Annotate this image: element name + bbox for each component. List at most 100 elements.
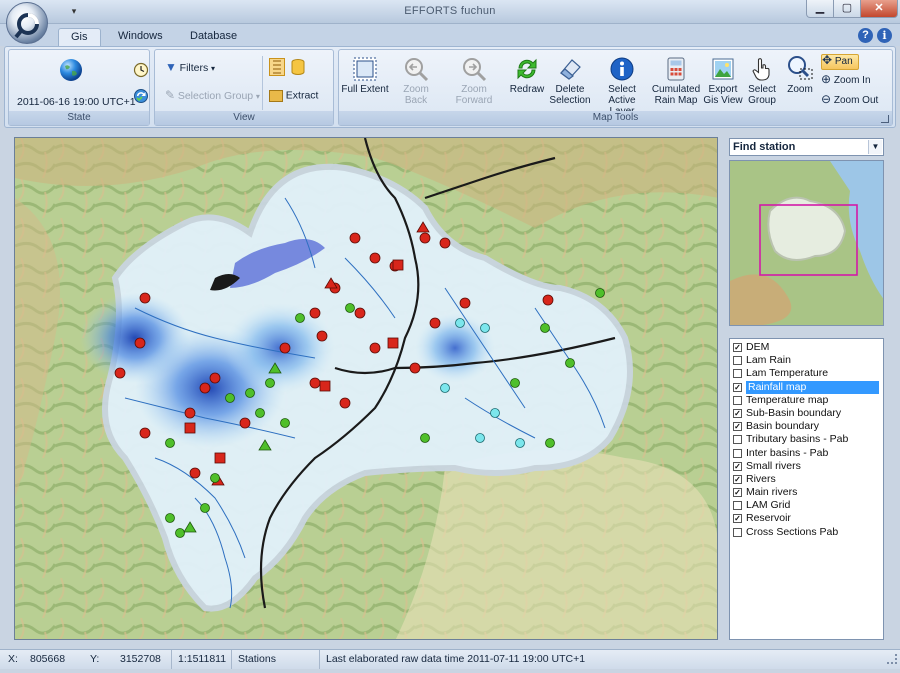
selection-group-button[interactable]: ✎ Selection Group ▾ <box>165 89 260 102</box>
zoom-forward-button[interactable]: Zoom Forward <box>443 56 505 106</box>
pan-button[interactable]: ✥ Pan <box>821 54 859 70</box>
group-separator <box>262 56 263 110</box>
redraw-icon <box>517 58 537 80</box>
tab-database[interactable]: Database <box>178 28 249 46</box>
extract-button[interactable]: Extract <box>269 90 318 102</box>
resize-grip-icon[interactable] <box>887 654 897 664</box>
layer-checkbox[interactable]: ✓ <box>733 461 742 471</box>
view-group-label: View <box>155 111 333 125</box>
layer-item[interactable]: Tributary basins - Pab <box>730 433 883 446</box>
scale-value: 1:1511811 <box>174 650 232 669</box>
redraw-button[interactable]: Redraw <box>507 56 547 95</box>
window-title: EFFORTS fuchun <box>404 5 496 17</box>
layer-label: Small rivers <box>746 459 801 472</box>
extract-label: Extract <box>285 89 319 102</box>
close-button[interactable]: ✕ <box>860 0 898 18</box>
pan-label: Pan <box>834 56 853 67</box>
full-extent-label: Full Extent <box>341 84 389 95</box>
layer-item[interactable]: Lam Temperature <box>730 367 883 380</box>
layer-checkbox[interactable]: ✓ <box>733 514 742 524</box>
layer-label: Lam Rain <box>746 354 791 367</box>
layer-item[interactable]: Inter basins - Pab <box>730 447 883 460</box>
layer-label: Cross Sections Pab <box>746 525 839 538</box>
info-icon[interactable]: i <box>877 28 892 43</box>
cumulated-rain-map-label-1: Cumulated <box>651 84 701 95</box>
overview-map[interactable] <box>729 160 884 326</box>
layer-checkbox[interactable] <box>733 369 742 379</box>
layer-checkbox[interactable] <box>733 448 742 458</box>
calculator-icon <box>667 57 685 81</box>
layer-label: Main rivers <box>746 486 798 499</box>
layer-item[interactable]: ✓ Small rivers <box>730 460 883 473</box>
map-view[interactable] <box>14 137 718 640</box>
eraser-icon <box>560 59 581 80</box>
layer-item[interactable]: ✓ Rivers <box>730 473 883 486</box>
zoom-back-button[interactable]: Zoom Back <box>391 56 441 106</box>
minimize-button[interactable]: ▁ <box>806 0 834 18</box>
zoom-out-button[interactable]: ⊖ Zoom Out <box>821 92 878 106</box>
layer-item[interactable]: ✓ Reservoir <box>730 512 883 525</box>
layer-item[interactable]: Lam Rain <box>730 354 883 367</box>
globe-button[interactable] <box>59 58 83 84</box>
layer-checkbox[interactable] <box>733 527 742 537</box>
dropdown-arrow-icon[interactable]: ▼ <box>868 140 882 154</box>
delete-selection-button[interactable]: Delete Selection <box>547 56 593 106</box>
layer-checkbox[interactable]: ✓ <box>733 382 742 392</box>
zoom-in-button[interactable]: ⊕ Zoom In <box>821 73 871 86</box>
layer-item[interactable]: LAM Grid <box>730 499 883 512</box>
layer-checkbox[interactable] <box>733 356 742 366</box>
layer-item[interactable]: ✓ Rainfall map <box>730 380 883 394</box>
select-active-layer-button[interactable]: Select Active Layer <box>595 56 649 117</box>
clock-button[interactable] <box>133 62 149 80</box>
layer-checkbox[interactable] <box>733 501 742 511</box>
zoom-out-icon: ⊖ <box>821 92 832 106</box>
picture-export-icon <box>712 58 734 80</box>
help-icon[interactable]: ? <box>858 28 873 43</box>
grid-toggle-button[interactable] <box>269 58 285 78</box>
tab-gis[interactable]: Gis <box>58 28 101 46</box>
tab-windows[interactable]: Windows <box>106 28 175 46</box>
layer-item[interactable]: ✓ Main rivers <box>730 486 883 499</box>
full-extent-button[interactable]: Full Extent <box>341 56 389 95</box>
map-canvas[interactable] <box>15 138 718 640</box>
layer-checkbox[interactable] <box>733 435 742 445</box>
maximize-button[interactable]: ▢ <box>833 0 861 18</box>
layer-item[interactable]: Temperature map <box>730 394 883 407</box>
zoom-forward-icon <box>463 58 487 82</box>
layer-item[interactable]: ✓ DEM <box>730 341 883 354</box>
active-layer-value: Stations <box>234 650 320 669</box>
ribbon-group-state: 2011-06-16 19:00 UTC+1 State <box>8 49 150 126</box>
zoom-button[interactable]: Zoom <box>783 54 817 95</box>
refresh-state-button[interactable] <box>133 88 149 106</box>
rainfall-cell <box>415 313 495 383</box>
zoom-back-label: Zoom Back <box>403 84 429 106</box>
database-button[interactable] <box>291 59 305 77</box>
layer-label: Tributary basins - Pab <box>746 433 849 446</box>
select-group-button[interactable]: Select Group <box>743 56 781 106</box>
full-extent-icon <box>353 57 377 81</box>
export-gis-view-button[interactable]: Export Gis View <box>703 56 743 106</box>
filters-button[interactable]: ▼ Filters ▾ <box>165 61 215 74</box>
last-data-time: Last elaborated raw data time 2011-07-11… <box>322 650 882 669</box>
layer-label: LAM Grid <box>746 499 791 512</box>
ribbon: 2011-06-16 19:00 UTC+1 State ▼ Filters ▾… <box>4 46 896 128</box>
layers-panel: ✓ DEM Lam Rain Lam Temperature ✓ Rainfall map… <box>729 338 884 640</box>
layer-checkbox[interactable]: ✓ <box>733 343 742 352</box>
cumulated-rain-map-button[interactable]: Cumulated Rain Map <box>651 56 701 106</box>
layer-item[interactable]: ✓ Sub-Basin boundary <box>730 407 883 420</box>
overview-map-canvas[interactable] <box>730 161 884 326</box>
layer-checkbox[interactable]: ✓ <box>733 422 742 432</box>
layer-item[interactable]: Cross Sections Pab <box>730 526 883 539</box>
find-station-combo[interactable]: Find station ▼ <box>729 138 884 156</box>
application-menu-button[interactable] <box>6 2 48 44</box>
layer-checkbox[interactable] <box>733 395 742 405</box>
dialog-launcher-icon[interactable] <box>881 115 889 123</box>
layer-checkbox[interactable]: ✓ <box>733 488 742 498</box>
zoom-rectangle-icon <box>788 56 813 80</box>
layer-item[interactable]: ✓ Basin boundary <box>730 420 883 433</box>
last-data-time-value: 2011-07-11 19:00 UTC+1 <box>467 653 586 665</box>
zoom-label: Zoom <box>787 84 813 95</box>
layer-label: Reservoir <box>746 512 791 525</box>
layer-checkbox[interactable]: ✓ <box>733 408 742 418</box>
layer-checkbox[interactable]: ✓ <box>733 474 742 484</box>
